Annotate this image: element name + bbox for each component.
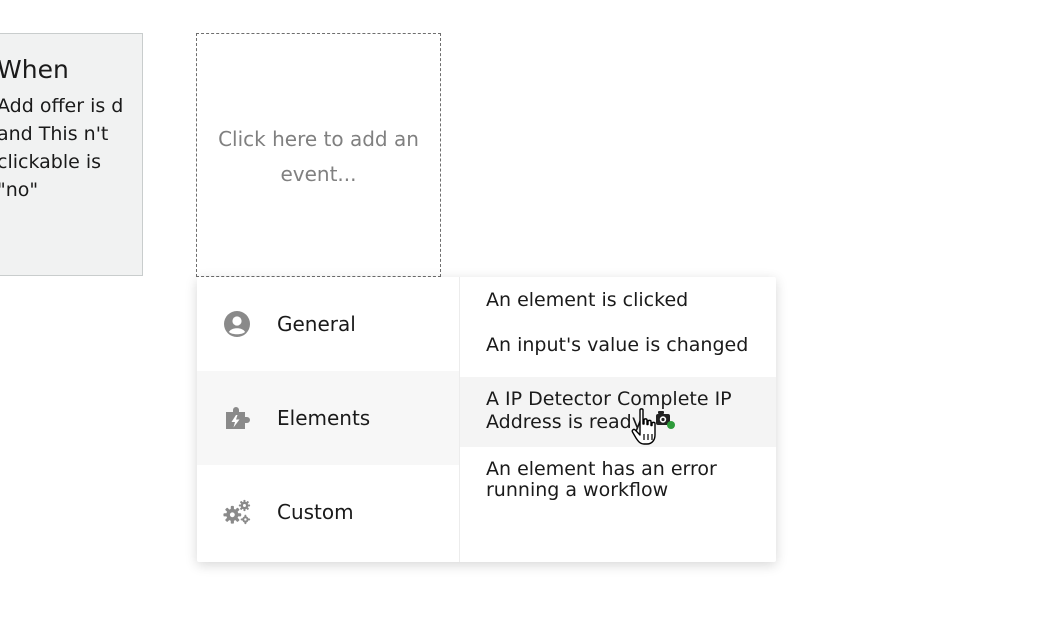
category-label: General <box>277 312 356 336</box>
event-item-label: An element is clicked <box>486 289 689 311</box>
event-card-title: When <box>0 55 69 84</box>
puzzle-bolt-icon <box>223 404 251 432</box>
category-label: Elements <box>277 406 371 430</box>
event-item-label: An element has an error running a workfl… <box>486 458 717 501</box>
add-event-button[interactable]: Click here to add an event... <box>196 33 441 277</box>
gears-icon <box>223 498 251 526</box>
event-card[interactable]: When Add offer is d and This n't clickab… <box>0 33 143 276</box>
workflow-canvas: When Add offer is d and This n't clickab… <box>0 0 1049 639</box>
event-type-menu: General Elements Custom An element is cl… <box>197 277 776 562</box>
event-item-label: A IP Detector Complete IP Address is rea… <box>486 388 732 433</box>
event-item-element-error[interactable]: An element has an error running a workfl… <box>460 447 776 513</box>
add-event-label: Click here to add an event... <box>218 127 419 186</box>
category-label: Custom <box>277 500 354 524</box>
event-list: An element is clicked An input's value i… <box>460 277 776 562</box>
category-elements[interactable]: Elements <box>197 371 459 465</box>
person-icon <box>223 310 251 338</box>
plugin-icon <box>655 410 677 435</box>
event-item-label: An input's value is changed <box>486 334 749 356</box>
event-card-condition: Add offer is d and This n't clickable is… <box>0 95 124 201</box>
event-item-element-clicked[interactable]: An element is clicked <box>460 287 776 332</box>
category-general[interactable]: General <box>197 277 459 371</box>
category-custom[interactable]: Custom <box>197 465 459 559</box>
category-list: General Elements Custom <box>197 277 460 562</box>
event-item-input-changed[interactable]: An input's value is changed <box>460 332 776 377</box>
event-item-ip-detector-ready[interactable]: A IP Detector Complete IP Address is rea… <box>460 377 776 447</box>
